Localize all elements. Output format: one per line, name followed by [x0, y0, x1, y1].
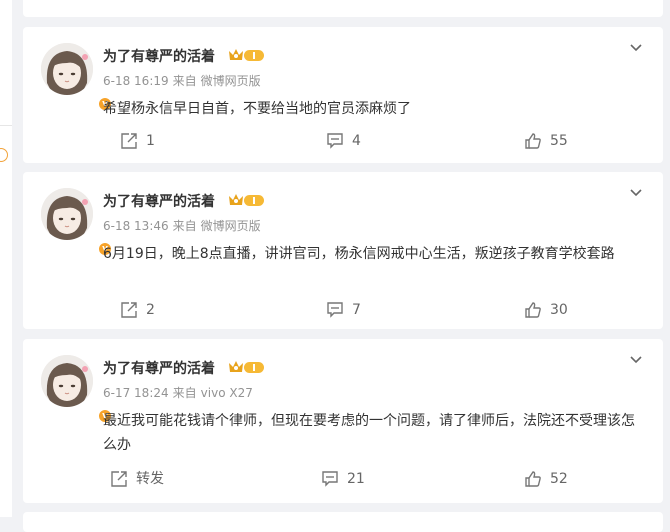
- like-count: 52: [550, 471, 568, 487]
- comment-card: v 为了有尊严的活着 6-18 13:46 来自 微博网页版 6月19日，晚上8点直…: [23, 172, 663, 329]
- avatar[interactable]: v: [41, 355, 113, 424]
- comment-card: v 为了有尊严的活着 6-18 16:19 来自 微博网页版 希望杨永信早日自首，不…: [23, 27, 663, 163]
- username[interactable]: 为了有尊严的活着: [103, 191, 215, 211]
- comment-count: 4: [352, 133, 361, 149]
- comment-source: 微博网页版: [200, 74, 261, 88]
- comment-meta: 6-18 16:19 来自 微博网页版: [103, 72, 261, 89]
- like-icon: [525, 302, 541, 318]
- like-count: 55: [550, 133, 568, 149]
- rail-divider: [0, 125, 12, 126]
- rail-status-icon: [0, 148, 8, 162]
- comment-source: vivo X27: [200, 386, 253, 400]
- repost-icon: [121, 302, 137, 318]
- repost-icon: [121, 133, 137, 149]
- comment-card: v 为了有尊严的活着 6-17 18:24 来自 vivo X27 最近我可能花钱请…: [23, 339, 663, 503]
- source-prefix: 来自: [172, 219, 197, 233]
- chevron-down-icon[interactable]: [629, 41, 643, 55]
- comment-date: 6-17 18:24: [103, 386, 169, 400]
- comment-count: 21: [347, 471, 365, 487]
- avatar[interactable]: v: [41, 188, 113, 257]
- source-prefix: 来自: [172, 386, 197, 400]
- comment-date: 6-18 16:19: [103, 74, 169, 88]
- comment-icon: [327, 302, 343, 318]
- like-icon: [525, 471, 541, 487]
- comment-text: 最近我可能花钱请个律师，但现在要考虑的一个问题，请了律师后，法院还不受理该怎么办: [103, 413, 635, 453]
- comment-meta: 6-17 18:24 来自 vivo X27: [103, 384, 253, 401]
- comment-date: 6-18 13:46: [103, 219, 169, 233]
- vip-crown-icon[interactable]: [227, 359, 265, 376]
- repost-icon: [111, 471, 127, 487]
- next-comment-card: [23, 512, 663, 532]
- chevron-down-icon[interactable]: [629, 353, 643, 367]
- comment-count: 7: [352, 302, 361, 318]
- repost-label: 转发: [136, 471, 164, 487]
- username[interactable]: 为了有尊严的活着: [103, 46, 215, 66]
- comment-text: 希望杨永信早日自首，不要给当地的官员添麻烦了: [103, 101, 411, 117]
- like-count: 30: [550, 302, 568, 318]
- source-prefix: 来自: [172, 74, 197, 88]
- comment-icon: [322, 471, 338, 487]
- vip-crown-icon[interactable]: [227, 47, 265, 64]
- comment-text: 6月19日，晚上8点直播，讲讲官司，杨永信网戒中心生活，叛逆孩子教育学校套路: [103, 246, 615, 262]
- comment-icon: [327, 133, 343, 149]
- comment-source: 微博网页版: [200, 219, 261, 233]
- chevron-down-icon[interactable]: [629, 186, 643, 200]
- like-icon: [525, 133, 541, 149]
- left-rail: [0, 0, 12, 517]
- repost-count: 1: [146, 133, 155, 149]
- comment-meta: 6-18 13:46 来自 微博网页版: [103, 217, 261, 234]
- username[interactable]: 为了有尊严的活着: [103, 358, 215, 378]
- vip-crown-icon[interactable]: [227, 192, 265, 209]
- previous-comment-card: [23, 0, 663, 17]
- avatar[interactable]: v: [41, 43, 113, 112]
- repost-count: 2: [146, 302, 155, 318]
